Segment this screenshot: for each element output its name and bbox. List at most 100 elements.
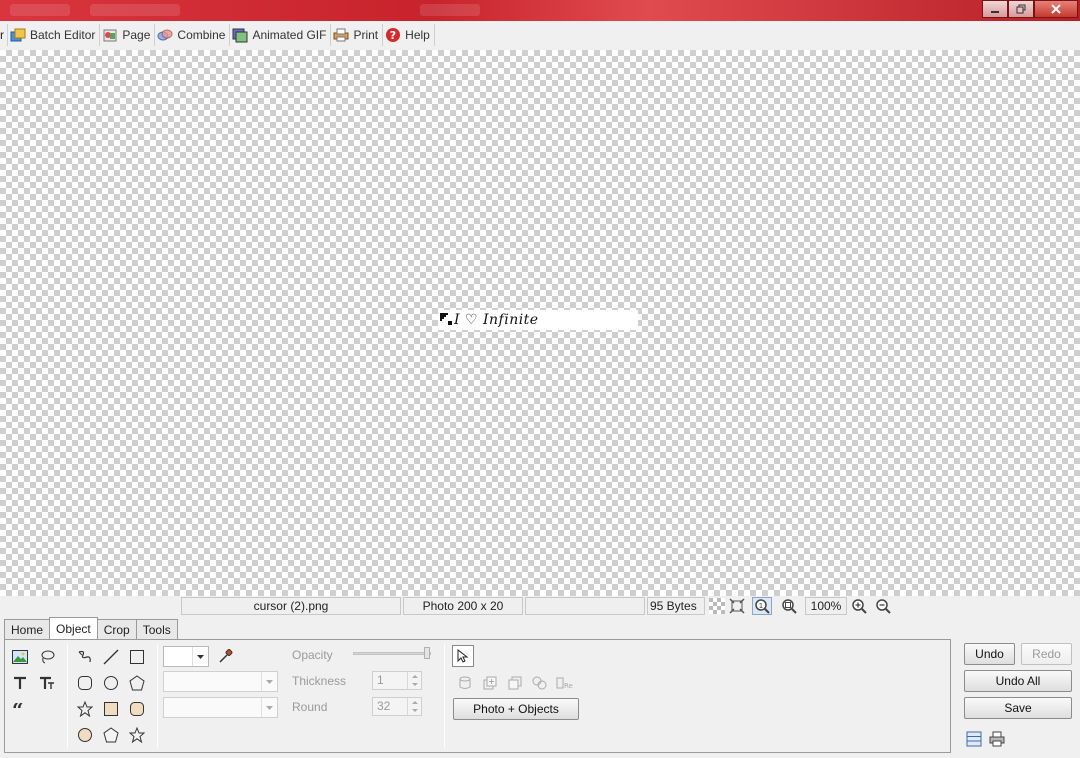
redo-button[interactable]: Redo <box>1021 643 1072 665</box>
transparency-toggle[interactable] <box>707 597 727 615</box>
actual-size-icon: 1 <box>755 599 770 614</box>
status-dimensions: Photo 200 x 20 <box>403 597 523 615</box>
actual-size-button[interactable]: 1 <box>752 597 772 615</box>
pentagon-tool[interactable] <box>126 672 148 694</box>
filled-star-tool[interactable] <box>126 724 148 746</box>
tab-crop[interactable]: Crop <box>96 619 137 639</box>
chevron-up-icon[interactable] <box>408 698 421 706</box>
divider <box>444 644 445 748</box>
menu-label: Animated GIF <box>252 28 327 42</box>
menu-animated-gif[interactable]: Animated GIF <box>230 24 332 46</box>
menu-help[interactable]: ? Help <box>383 24 435 46</box>
fit-window-icon <box>729 598 745 614</box>
restore-button[interactable] <box>1008 0 1034 18</box>
rounded-rectangle-tool[interactable] <box>74 672 96 694</box>
outlined-text-icon <box>40 676 54 689</box>
page-icon <box>103 29 117 42</box>
callout-tool[interactable]: “ <box>9 698 31 720</box>
opacity-slider[interactable] <box>353 652 431 655</box>
group-icon <box>532 676 547 690</box>
menu-print[interactable]: Print <box>331 24 384 46</box>
group-button[interactable] <box>529 672 551 694</box>
text-tool[interactable] <box>9 672 31 694</box>
opacity-slider-thumb[interactable] <box>424 647 430 659</box>
round-stepper[interactable]: 32 <box>372 697 422 716</box>
bring-forward-icon <box>483 676 497 690</box>
photo-objects-button[interactable]: Photo + Objects <box>453 698 579 720</box>
title-blur <box>420 4 480 16</box>
undo-all-button[interactable]: Undo All <box>964 670 1072 692</box>
menu-page[interactable]: Page <box>100 24 156 46</box>
quote-icon: “ <box>12 703 24 715</box>
tab-home[interactable]: Home <box>4 619 51 639</box>
menu-label: Page <box>122 28 151 42</box>
outlined-text-tool[interactable] <box>36 672 58 694</box>
filled-circle-icon <box>78 728 92 742</box>
ellipse-tool[interactable] <box>100 672 122 694</box>
main-toolbar: r Batch Editor Page Combine Animated GIF… <box>0 23 1080 47</box>
filled-pentagon-icon <box>103 727 119 743</box>
rectangle-tool[interactable] <box>126 646 148 668</box>
thickness-stepper[interactable]: 1 <box>372 671 422 690</box>
line-tool[interactable] <box>100 646 122 668</box>
select-tool[interactable] <box>452 645 474 667</box>
rounded-rectangle-icon <box>78 676 92 690</box>
status-bar: cursor (2).png Photo 200 x 20 95 Bytes 1… <box>0 596 1080 616</box>
menu-batch-editor[interactable]: Batch Editor <box>8 24 101 46</box>
color-picker-dropdown[interactable] <box>163 646 209 667</box>
line-style-dropdown[interactable] <box>163 671 278 692</box>
printer-icon <box>989 731 1005 747</box>
save-button[interactable]: Save <box>964 697 1072 719</box>
zoom-out-button[interactable] <box>873 597 893 615</box>
freehand-tool[interactable] <box>74 646 96 668</box>
svg-text:Re: Re <box>564 682 573 690</box>
chevron-down-icon[interactable] <box>408 680 421 688</box>
chevron-down-icon[interactable] <box>408 706 421 714</box>
filled-rectangle-tool[interactable] <box>100 698 122 720</box>
filled-rounded-rectangle-icon <box>130 702 144 716</box>
menu-label: Help <box>405 28 430 42</box>
chevron-down-icon <box>261 698 277 717</box>
tab-object[interactable]: Object <box>49 617 98 639</box>
minimize-button[interactable] <box>982 0 1008 18</box>
properties-button[interactable] <box>963 728 985 750</box>
chevron-up-icon[interactable] <box>408 672 421 680</box>
pointer-icon <box>457 649 469 663</box>
animated-gif-icon <box>232 28 248 43</box>
star-tool[interactable] <box>74 698 96 720</box>
lasso-tool[interactable] <box>36 646 58 668</box>
fit-to-window-button[interactable] <box>727 597 747 615</box>
thickness-value: 1 <box>377 673 384 687</box>
send-backward-button[interactable] <box>504 672 526 694</box>
bring-forward-button[interactable] <box>479 672 501 694</box>
photo-image[interactable]: I ♡ Infinite <box>438 310 638 330</box>
arrow-style-dropdown[interactable] <box>163 697 278 718</box>
rename-object-button[interactable]: Re <box>555 672 577 694</box>
star-outline-icon <box>77 701 93 717</box>
close-button[interactable] <box>1034 0 1078 18</box>
tab-tools[interactable]: Tools <box>135 619 178 639</box>
filled-ellipse-tool[interactable] <box>74 724 96 746</box>
zoom-fit-button[interactable] <box>779 597 799 615</box>
circle-icon <box>104 676 118 690</box>
undo-button[interactable]: Undo <box>964 643 1015 665</box>
object-panel: “ Opacity Thickness 1 Round 32 Re Photo … <box>4 639 951 753</box>
eyedropper-button[interactable] <box>215 645 237 667</box>
menu-combine[interactable]: Combine <box>155 24 231 46</box>
zoom-in-button[interactable] <box>849 597 869 615</box>
round-value: 32 <box>377 699 391 713</box>
filled-rounded-rectangle-tool[interactable] <box>126 698 148 720</box>
image-canvas[interactable]: I ♡ Infinite <box>0 50 1080 596</box>
menu-label: Batch Editor <box>30 28 96 42</box>
svg-text:“: “ <box>12 703 24 715</box>
zoom-in-icon <box>852 599 867 614</box>
menu-item-cut[interactable]: r <box>0 24 8 46</box>
line-icon <box>103 649 119 665</box>
insert-image-tool[interactable] <box>9 646 31 668</box>
status-file-size: 95 Bytes <box>647 597 705 615</box>
list-icon <box>966 731 982 747</box>
layer-stack-button[interactable] <box>454 672 476 694</box>
freehand-icon <box>78 650 91 663</box>
filled-pentagon-tool[interactable] <box>100 724 122 746</box>
print-button[interactable] <box>986 728 1008 750</box>
